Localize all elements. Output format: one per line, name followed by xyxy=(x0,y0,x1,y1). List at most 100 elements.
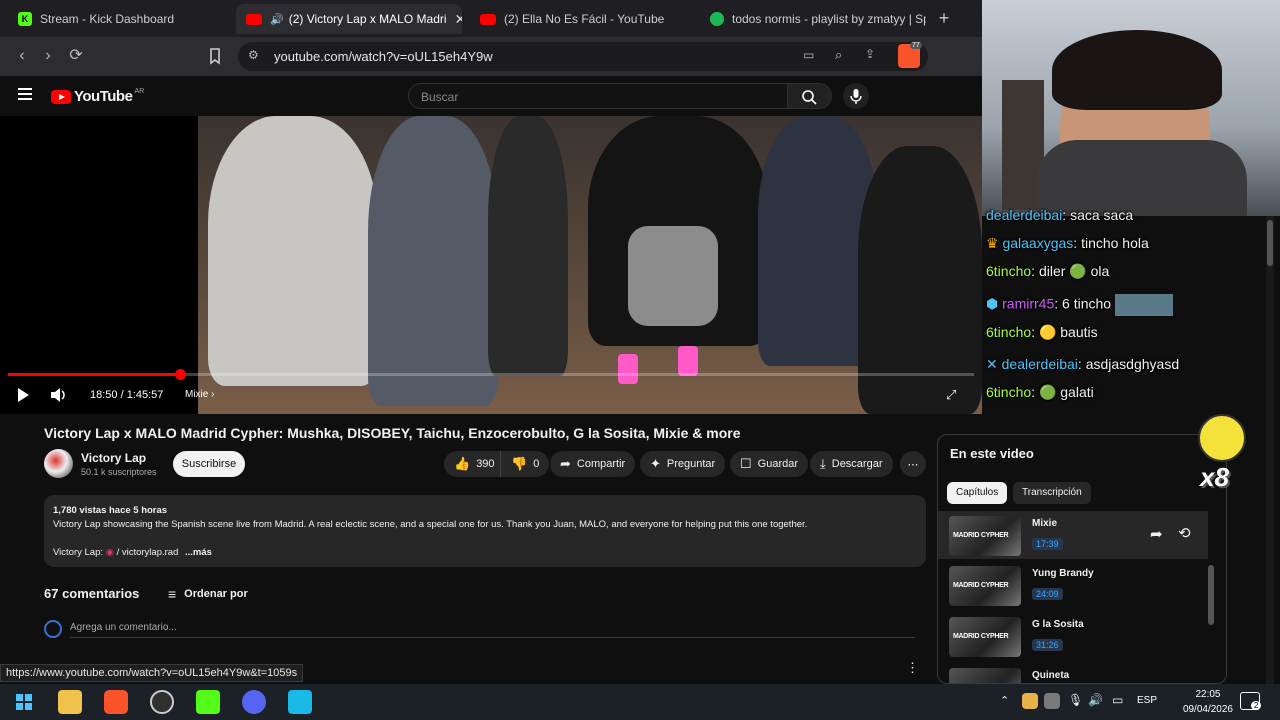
share-icon[interactable]: ➦ xyxy=(1150,525,1163,543)
search-input[interactable]: Buscar xyxy=(408,83,788,109)
comments-count: 67 comentarios xyxy=(44,586,140,601)
speaker-icon[interactable]: 🔊 xyxy=(1088,693,1103,707)
chapters-scrollbar[interactable] xyxy=(1208,515,1214,675)
discord-icon[interactable] xyxy=(242,690,266,714)
brave-shields-icon[interactable]: 77 xyxy=(898,42,922,68)
scrubber-handle[interactable] xyxy=(174,369,186,380)
chapter-item[interactable]: Mixie 17:39 ➦ ⟲ xyxy=(938,511,1208,559)
comment-input[interactable]: Agrega un comentario... xyxy=(70,622,177,633)
chapter-time[interactable]: 17:39 xyxy=(1032,538,1063,550)
language-indicator[interactable]: ESP xyxy=(1137,695,1157,706)
chapter-item[interactable]: Yung Brandy 24:09 xyxy=(938,561,1208,609)
chat-username: 6tincho xyxy=(986,384,1032,400)
status-bar-url: https://www.youtube.com/watch?v=oUL15eh4… xyxy=(0,664,304,682)
tab-spotify-playlist[interactable]: todos normis - playlist by zmatyy | Sp xyxy=(700,4,926,34)
youtube-wordmark: YouTube xyxy=(74,88,133,105)
tray-app-icon[interactable] xyxy=(1022,693,1038,709)
video-player[interactable]: 18:50 / 1:45:57 Mixie › ⤢ xyxy=(0,116,982,414)
menu-icon[interactable] xyxy=(18,88,32,100)
tab-chapters[interactable]: Capítulos xyxy=(947,482,1008,504)
share-button[interactable]: ➦ Compartir xyxy=(550,451,636,477)
kick-icon[interactable] xyxy=(196,690,220,714)
more-vertical-icon[interactable]: ⋮ xyxy=(906,660,919,676)
clock[interactable]: 22:05 09/04/2026 xyxy=(1183,687,1233,717)
volume-button[interactable] xyxy=(50,387,68,403)
audio-playing-icon[interactable]: 🔊 xyxy=(270,13,284,26)
voice-search-button[interactable] xyxy=(843,83,869,109)
clock-time: 22:05 xyxy=(1195,689,1221,700)
download-button[interactable]: ⤓ Descargar xyxy=(810,451,893,477)
chapters-panel: En este video Capítulos Transcripción Mi… xyxy=(937,434,1227,684)
windows-start-icon[interactable] xyxy=(12,690,36,714)
tab-transcript[interactable]: Transcripción xyxy=(1013,482,1091,504)
chapter-thumbnail xyxy=(949,516,1021,556)
youtube-logo[interactable]: YouTube AR xyxy=(51,88,144,105)
tab-ella-no-es-facil[interactable]: (2) Ella No Es Fácil - YouTube xyxy=(470,4,698,34)
subscribe-button[interactable]: Suscribirse xyxy=(173,451,245,477)
progress-bar[interactable] xyxy=(8,369,974,380)
sword-icon: ✕ xyxy=(986,356,998,372)
notifications-icon[interactable]: 2 xyxy=(1240,692,1262,710)
brave-icon[interactable] xyxy=(104,690,128,714)
video-title: Victory Lap x MALO Madrid Cypher: Mushka… xyxy=(44,425,741,441)
back-icon[interactable]: ‹ xyxy=(12,46,32,66)
dislike-button[interactable]: 👎 0 xyxy=(500,451,550,477)
close-tab-icon[interactable]: ✕ xyxy=(447,11,462,28)
notification-count: 2 xyxy=(1251,701,1262,710)
chapter-button[interactable]: Mixie › xyxy=(185,389,214,400)
search-button[interactable] xyxy=(788,83,832,109)
forward-icon[interactable]: › xyxy=(38,46,58,66)
play-button[interactable] xyxy=(16,387,30,403)
video-frame xyxy=(198,116,982,414)
fortnite-icon[interactable] xyxy=(288,690,312,714)
share-icon[interactable]: ⇪ xyxy=(865,47,875,61)
file-explorer-icon[interactable] xyxy=(58,690,82,714)
cast-icon[interactable]: ▭ xyxy=(803,48,814,62)
time-display: 18:50 / 1:45:57 xyxy=(90,389,164,401)
sort-button[interactable]: ≡ Ordenar por xyxy=(168,586,248,602)
instagram-link[interactable]: / victorylap.rad xyxy=(117,547,179,558)
tray-app-icon[interactable] xyxy=(1044,693,1060,709)
bookmark-icon[interactable] xyxy=(205,46,225,66)
chapter-time[interactable]: 24:09 xyxy=(1032,588,1063,600)
webcam-overlay xyxy=(982,0,1280,216)
like-button[interactable]: 👍 390 xyxy=(444,451,505,477)
address-bar[interactable]: ⚙ youtube.com/watch?v=oUL15eh4Y9w ▭ ⌕ ⇪ xyxy=(238,42,928,71)
obs-icon[interactable] xyxy=(150,690,174,714)
chapter-item[interactable]: Quineta xyxy=(938,663,1208,683)
tab-victory-lap[interactable]: 🔊 (2) Victory Lap x MALO Madri ✕ xyxy=(236,4,462,34)
chapter-item[interactable]: G la Sosita 31:26 xyxy=(938,612,1208,660)
chapter-name: Yung Brandy xyxy=(1032,568,1094,579)
tab-kick-dashboard[interactable]: K Stream - Kick Dashboard xyxy=(8,4,230,34)
chat-text: tincho hola xyxy=(1081,235,1149,251)
chapter-time[interactable]: 31:26 xyxy=(1032,639,1063,651)
channel-avatar[interactable] xyxy=(44,449,73,478)
ask-button[interactable]: ✦ Preguntar xyxy=(640,451,726,477)
chat-overlay: dealerdeibai: saca saca ♛ galaaxygas: ti… xyxy=(982,207,1280,412)
country-code: AR xyxy=(134,88,145,95)
chapter-name: G la Sosita xyxy=(1032,619,1084,630)
save-label: Guardar xyxy=(757,458,799,470)
browser-tab-strip: K Stream - Kick Dashboard 🔊 (2) Victory … xyxy=(0,0,982,37)
like-count: 390 xyxy=(476,458,495,470)
sort-icon: ≡ xyxy=(168,586,177,602)
chat-username: dealerdeibai xyxy=(986,207,1063,223)
site-settings-icon[interactable]: ⚙ xyxy=(248,48,259,62)
show-more-link[interactable]: ...más xyxy=(185,547,212,558)
reload-icon[interactable]: ⟳ xyxy=(66,46,86,66)
zoom-icon[interactable]: ⌕ xyxy=(835,47,842,63)
search-placeholder: Buscar xyxy=(421,90,459,104)
microphone-icon[interactable]: 🎙 xyxy=(1068,693,1083,707)
browser-toolbar: ‹ › ⟳ ⚙ youtube.com/watch?v=oUL15eh4Y9w … xyxy=(0,37,982,76)
fullscreen-icon[interactable]: ⤢ xyxy=(946,387,956,403)
network-icon[interactable]: ▭ xyxy=(1112,693,1123,707)
new-tab-button[interactable]: + xyxy=(934,8,954,28)
page-scrollbar[interactable] xyxy=(1266,216,1274,686)
more-actions-button[interactable]: ⋯ xyxy=(900,451,926,477)
channel-name[interactable]: Victory Lap xyxy=(81,451,146,465)
emote-multiplier: x8 xyxy=(1200,462,1229,492)
description-box[interactable]: 1,780 vistas hace 5 horas Victory Lap sh… xyxy=(44,495,926,567)
save-button[interactable]: ☐ Guardar xyxy=(730,451,809,477)
loop-icon[interactable]: ⟲ xyxy=(1178,524,1191,542)
tray-chevron-icon[interactable]: ⌃ xyxy=(1000,694,1009,707)
